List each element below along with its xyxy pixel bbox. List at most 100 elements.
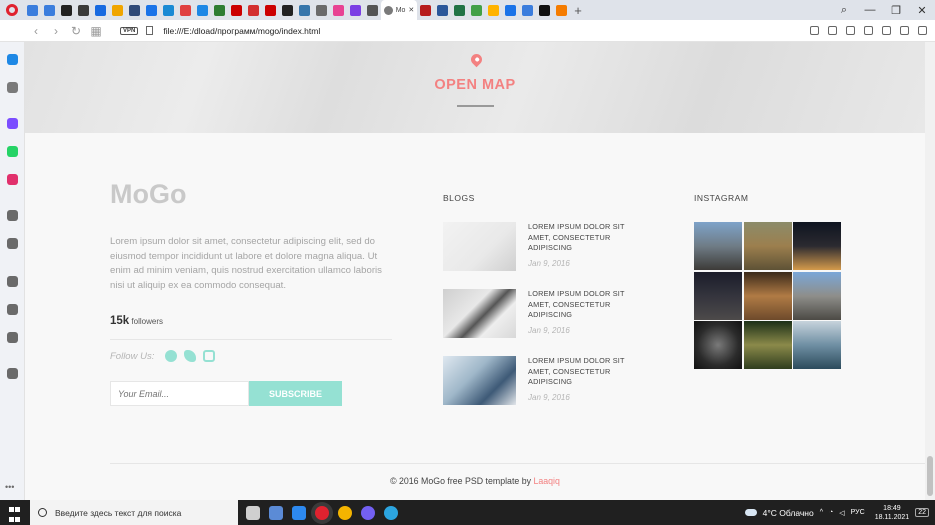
speed-dial-icon[interactable]: [7, 82, 18, 93]
opera-logo-icon[interactable]: [0, 0, 24, 20]
tab-close-icon[interactable]: ✕: [408, 6, 414, 14]
blog-item[interactable]: LOREM IPSUM DOLOR SIT AMET, CONSECTETUR …: [443, 356, 643, 406]
blog-title[interactable]: LOREM IPSUM DOLOR SIT AMET, CONSECTETUR …: [528, 289, 638, 321]
tab-right-7[interactable]: [519, 0, 536, 20]
tab-right-6[interactable]: [502, 0, 519, 20]
tab-right-4[interactable]: [468, 0, 485, 20]
tab-21[interactable]: [364, 0, 381, 20]
facebook-icon[interactable]: [165, 350, 178, 362]
weather-widget[interactable]: 4°C Облачно: [763, 508, 814, 518]
blog-thumbnail[interactable]: [443, 356, 516, 405]
open-map-title[interactable]: OPEN MAP: [25, 77, 925, 93]
instagram-photo[interactable]: [743, 321, 792, 369]
tab-15[interactable]: [262, 0, 279, 20]
opera-taskbar-icon[interactable]: [315, 505, 329, 520]
instagram-photo[interactable]: [743, 222, 792, 270]
tab-8[interactable]: [143, 0, 160, 20]
back-button[interactable]: ‹: [26, 24, 46, 38]
instagram-photo[interactable]: [743, 271, 792, 320]
tab-6[interactable]: [109, 0, 126, 20]
scrollbar-thumb[interactable]: [927, 456, 933, 496]
more-icon[interactable]: •••: [5, 482, 16, 493]
store-icon[interactable]: [292, 505, 306, 520]
page-scrollbar[interactable]: [925, 42, 935, 500]
reload-button[interactable]: ↻: [66, 24, 86, 38]
language-indicator[interactable]: РУС: [851, 509, 865, 516]
tab-2[interactable]: [41, 0, 58, 20]
vpn-badge[interactable]: VPN: [120, 26, 139, 35]
instagram-photo[interactable]: [694, 222, 742, 270]
tab-4[interactable]: [75, 0, 92, 20]
heart-icon[interactable]: [7, 276, 18, 287]
map-section[interactable]: OPEN MAP: [25, 42, 925, 133]
tab-3[interactable]: [58, 0, 75, 20]
bulb-icon[interactable]: [7, 368, 18, 379]
start-button[interactable]: [0, 500, 30, 525]
task-view-icon[interactable]: [246, 505, 260, 520]
viber-icon[interactable]: [361, 505, 375, 520]
history-icon[interactable]: [7, 304, 18, 315]
instagram-photo[interactable]: [694, 271, 742, 320]
cube-icon[interactable]: [864, 26, 873, 35]
tab-12[interactable]: [211, 0, 228, 20]
blog-title[interactable]: LOREM IPSUM DOLOR SIT AMET, CONSECTETUR …: [528, 356, 638, 388]
notification-center-button[interactable]: 22: [915, 508, 929, 517]
tabs-grid-button[interactable]: ▦: [86, 24, 106, 38]
tab-16[interactable]: [279, 0, 296, 20]
download-icon[interactable]: [882, 26, 891, 35]
whatsapp-icon[interactable]: [7, 146, 18, 157]
tab-active[interactable]: Mo ✕: [381, 0, 417, 20]
network-icon[interactable]: ◔: [829, 509, 833, 516]
tab-7[interactable]: [126, 0, 143, 20]
settings-icon[interactable]: [7, 332, 18, 343]
instagram-photo[interactable]: [694, 321, 742, 369]
tab-10[interactable]: [177, 0, 194, 20]
email-input[interactable]: [110, 381, 249, 406]
tab-9[interactable]: [160, 0, 177, 20]
subscribe-button[interactable]: SUBSCRIBE: [249, 381, 342, 406]
instagram-icon[interactable]: [7, 174, 18, 185]
explorer-icon[interactable]: [269, 505, 283, 520]
menu-icon[interactable]: [918, 26, 927, 35]
minimize-button[interactable]: —: [857, 4, 883, 17]
author-link[interactable]: Laaqiq: [533, 476, 559, 486]
instagram-photo[interactable]: [793, 271, 841, 320]
messenger-icon[interactable]: [7, 118, 18, 129]
player-icon[interactable]: [7, 210, 18, 221]
tab-5[interactable]: [92, 0, 109, 20]
heart-icon[interactable]: [846, 26, 855, 35]
url-field[interactable]: file:///E:/dload/программ/mogo/index.htm…: [163, 26, 320, 36]
send-icon[interactable]: [7, 238, 18, 249]
tab-right-8[interactable]: [536, 0, 553, 20]
close-window-button[interactable]: ✕: [909, 4, 935, 17]
twitter-icon[interactable]: [184, 350, 197, 362]
clock[interactable]: 18:49 18.11.2021: [875, 504, 910, 522]
new-tab-button[interactable]: +: [570, 3, 586, 18]
tab-20[interactable]: [347, 0, 364, 20]
tab-right-3[interactable]: [451, 0, 468, 20]
forward-button[interactable]: ›: [46, 24, 66, 38]
tray-chevron-icon[interactable]: ^: [820, 509, 823, 516]
blog-item[interactable]: LOREM IPSUM DOLOR SIT AMET, CONSECTETUR …: [443, 289, 643, 339]
restore-button[interactable]: ❐: [883, 4, 909, 17]
blog-title[interactable]: LOREM IPSUM DOLOR SIT AMET, CONSECTETUR …: [528, 222, 638, 254]
tab-18[interactable]: [313, 0, 330, 20]
send-icon[interactable]: [828, 26, 837, 35]
opera-home-icon[interactable]: [7, 54, 18, 65]
tab-11[interactable]: [194, 0, 211, 20]
tab-right-5[interactable]: [485, 0, 502, 20]
search-tabs-icon[interactable]: ⌕: [831, 4, 857, 17]
tab-right-1[interactable]: [417, 0, 434, 20]
blog-thumbnail[interactable]: [443, 289, 516, 338]
tab-right-9[interactable]: [553, 0, 570, 20]
tab-1[interactable]: [24, 0, 41, 20]
tab-17[interactable]: [296, 0, 313, 20]
telegram-icon[interactable]: [384, 505, 398, 520]
battery-icon[interactable]: [900, 26, 909, 35]
instagram-photo[interactable]: [793, 222, 841, 270]
blog-item[interactable]: LOREM IPSUM DOLOR SIT AMET, CONSECTETUR …: [443, 222, 643, 272]
tab-13[interactable]: [228, 0, 245, 20]
blog-thumbnail[interactable]: [443, 222, 516, 271]
instagram-icon[interactable]: [203, 350, 216, 362]
instagram-photo[interactable]: [793, 321, 841, 369]
